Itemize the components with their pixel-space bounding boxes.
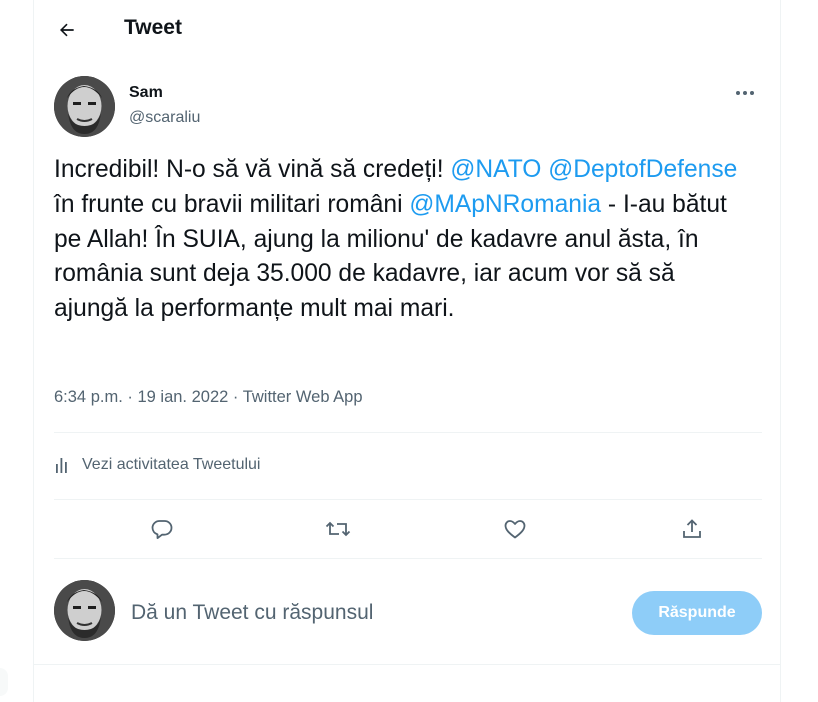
tweet-actions	[54, 500, 762, 558]
reply-button[interactable]	[145, 514, 179, 544]
meta-separator: ·	[228, 388, 243, 406]
share-button[interactable]	[675, 514, 709, 544]
tweet-date[interactable]: 19 ian. 2022	[137, 388, 228, 406]
view-activity-link[interactable]: Vezi activitatea Tweetului	[54, 456, 260, 474]
back-button[interactable]	[50, 13, 84, 47]
like-icon	[504, 520, 526, 539]
mention-link[interactable]: @NATO	[450, 156, 541, 183]
tweet-time[interactable]: 6:34 p.m.	[54, 388, 123, 406]
avatar-image	[54, 76, 115, 137]
reply-submit-button[interactable]: Răspunde	[632, 591, 762, 635]
tweet-metadata: 6:34 p.m. · 19 ian. 2022 · Twitter Web A…	[54, 388, 363, 407]
arrow-left-icon	[60, 23, 74, 37]
analytics-bars-icon	[56, 458, 67, 473]
avatar[interactable]	[54, 580, 115, 641]
tweet-author: Sam @scaraliu	[54, 76, 762, 140]
meta-separator: ·	[122, 388, 138, 406]
more-dots-icon	[736, 91, 754, 95]
divider	[54, 432, 762, 433]
tweet-source: Twitter Web App	[242, 388, 363, 406]
divider	[54, 558, 762, 559]
reply-icon	[151, 520, 173, 539]
divider	[34, 664, 780, 665]
share-icon	[683, 519, 701, 538]
like-button[interactable]	[498, 514, 532, 544]
page-title: Tweet	[124, 16, 182, 39]
view-activity-label: Vezi activitatea Tweetului	[82, 456, 261, 473]
mention-link[interactable]: @MApNRomania	[409, 191, 601, 218]
reply-composer: Răspunde	[54, 580, 762, 644]
top-bar: Tweet	[34, 0, 780, 58]
scroll-edge	[0, 668, 8, 696]
author-name[interactable]: Sam	[129, 84, 163, 102]
tweet-text: Incredibil! N-o să vă vină să credeți! @…	[54, 153, 754, 327]
author-handle[interactable]: @scaraliu	[129, 109, 200, 127]
retweet-icon	[325, 521, 351, 537]
reply-input[interactable]	[131, 598, 611, 628]
avatar[interactable]	[54, 76, 115, 137]
tweet-text-segment: Incredibil! N-o să vă vină să credeți!	[54, 156, 451, 183]
more-options-button[interactable]	[728, 82, 762, 104]
mention-link[interactable]: @DeptofDefense	[548, 156, 737, 183]
tweet-column: Tweet Sam @scaraliu Incredibil! N-o să v…	[33, 0, 781, 702]
avatar-image	[54, 580, 115, 641]
retweet-button[interactable]	[321, 514, 355, 544]
tweet-text-segment: în frunte cu bravii militari români	[54, 190, 410, 218]
